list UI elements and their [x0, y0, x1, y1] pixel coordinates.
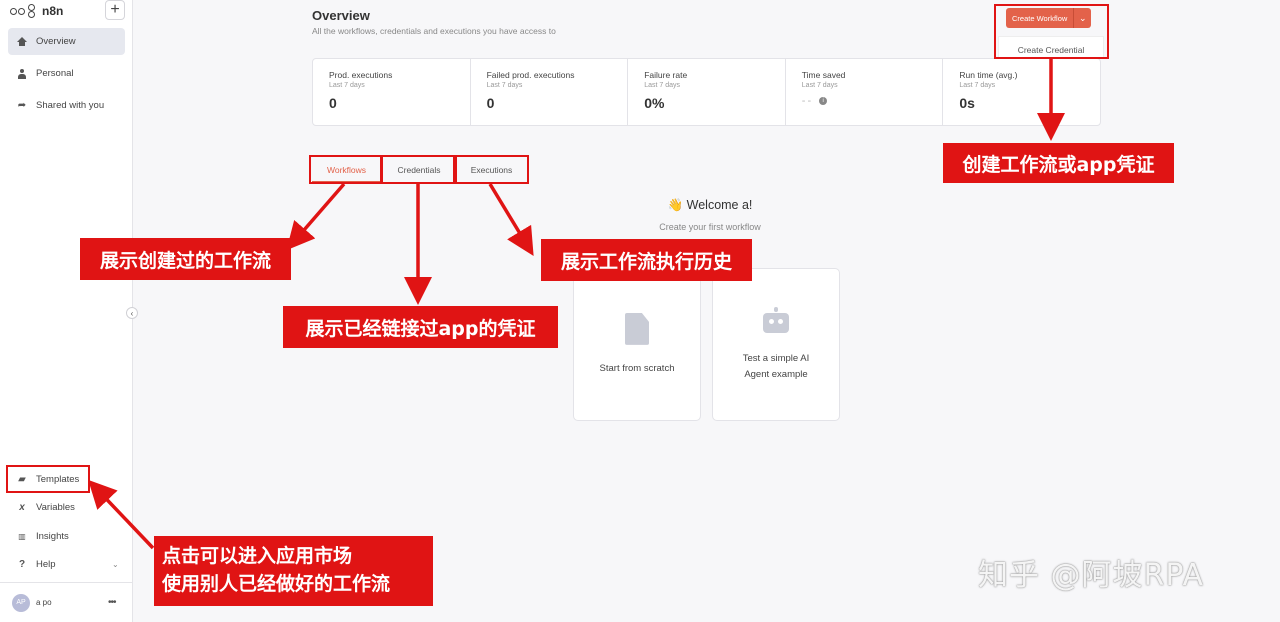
nav-item-insights[interactable]: ▥ Insights	[8, 523, 125, 550]
info-icon[interactable]: i	[819, 97, 828, 105]
nav-item-label: Personal	[36, 68, 74, 79]
card-label: Test a simple AI	[742, 353, 810, 365]
callout-line: 点击可以进入应用市场	[162, 545, 353, 568]
callout-workflows: 展示创建过的工作流	[80, 238, 291, 280]
n8n-logo-icon	[10, 4, 38, 18]
add-button[interactable]: +	[105, 0, 125, 20]
more-icon[interactable]: •••	[108, 597, 116, 608]
annotation-box-create	[994, 4, 1109, 59]
watermark: 知乎 @阿坡RPA	[978, 558, 1205, 593]
nav-item-label: Insights	[36, 531, 69, 542]
file-icon	[625, 312, 649, 345]
callout-line: 使用别人已经做好的工作流	[162, 573, 391, 595]
card-label: Start from scratch	[599, 362, 675, 374]
callout-create: 创建工作流或app凭证	[943, 143, 1174, 183]
collapse-sidebar-button[interactable]: ‹	[126, 307, 138, 319]
stat-period: Last 7 days	[329, 82, 365, 89]
nav-item-shared[interactable]: ➦ Shared with you	[8, 92, 125, 119]
stat-run-time[interactable]: Run time (avg.) Last 7 days 0s	[943, 59, 1100, 125]
stat-period: Last 7 days	[801, 82, 838, 89]
user-menu[interactable]: AP a po •••	[0, 582, 133, 622]
home-icon	[17, 37, 27, 47]
arrow-executions	[488, 183, 534, 256]
arrow-workflows	[286, 182, 346, 251]
callout-credentials: 展示已经链接过app的凭证	[283, 306, 558, 348]
stat-value: 0	[486, 95, 495, 111]
card-label: Agent example	[744, 368, 808, 380]
stat-value-row: -- i	[802, 95, 943, 107]
stat-period: Last 7 days	[644, 82, 680, 89]
stat-time-saved[interactable]: Time saved Last 7 days -- i	[786, 59, 944, 125]
sidebar: n8n + Overview Personal ➦ Shared with yo…	[0, 0, 133, 622]
n8n-logo[interactable]: n8n	[10, 2, 63, 20]
start-from-scratch-card[interactable]: Start from scratch	[573, 268, 701, 421]
nav-item-overview[interactable]: Overview	[8, 28, 125, 55]
user-icon	[17, 68, 27, 79]
stat-label: Prod. executions	[329, 70, 393, 80]
welcome-heading: 👋 Welcome a!	[600, 198, 820, 213]
welcome-title: Welcome a!	[686, 198, 753, 212]
page-title: Overview	[312, 8, 370, 23]
nav-item-label: Overview	[36, 36, 76, 47]
stat-value: 0s	[959, 95, 975, 111]
stat-label: Time saved	[801, 70, 846, 80]
annotation-box-workflows	[309, 155, 382, 184]
stat-failure-rate[interactable]: Failure rate Last 7 days 0%	[628, 59, 786, 125]
stat-value: --	[801, 95, 814, 107]
robot-icon	[763, 307, 789, 334]
stat-period: Last 7 days	[959, 82, 996, 89]
insights-summary: Prod. executions Last 7 days 0 Failed pr…	[312, 58, 1101, 126]
username: a po	[36, 598, 52, 607]
share-icon: ➦	[17, 100, 27, 111]
stat-period: Last 7 days	[486, 82, 523, 89]
nav-item-variables[interactable]: x Variables	[8, 494, 125, 521]
nav-item-personal[interactable]: Personal	[8, 60, 125, 87]
annotation-box-credentials	[381, 155, 455, 184]
chevron-down-icon: ⌄	[112, 560, 119, 569]
variable-icon: x	[19, 502, 25, 513]
stat-label: Failure rate	[644, 70, 688, 80]
callout-templates: 点击可以进入应用市场 使用别人已经做好的工作流	[154, 536, 433, 606]
stat-failed-executions[interactable]: Failed prod. executions Last 7 days 0	[471, 59, 629, 125]
stat-value: 0	[329, 95, 337, 111]
nav-item-help[interactable]: ? Help ⌄	[8, 551, 125, 578]
wave-icon: 👋	[667, 198, 684, 212]
page-subtitle: All the workflows, credentials and execu…	[312, 26, 556, 36]
welcome-subtitle: Create your first workflow	[659, 222, 761, 232]
nav-item-label: Shared with you	[36, 100, 105, 111]
nav-item-label: Help	[36, 559, 56, 570]
stat-label: Failed prod. executions	[486, 70, 575, 80]
annotation-box-executions	[455, 155, 529, 184]
stat-label: Run time (avg.)	[959, 70, 1018, 80]
ai-agent-example-card[interactable]: Test a simple AI Agent example	[712, 268, 840, 421]
avatar: AP	[12, 593, 30, 612]
stat-value: 0%	[644, 95, 665, 111]
annotation-box-templates	[6, 465, 90, 493]
logo-text: n8n	[42, 4, 64, 18]
chart-icon: ▥	[18, 532, 26, 541]
nav-item-label: Variables	[36, 502, 75, 513]
stat-prod-executions[interactable]: Prod. executions Last 7 days 0	[313, 59, 471, 125]
callout-executions: 展示工作流执行历史	[541, 239, 752, 281]
question-icon: ?	[18, 559, 26, 570]
